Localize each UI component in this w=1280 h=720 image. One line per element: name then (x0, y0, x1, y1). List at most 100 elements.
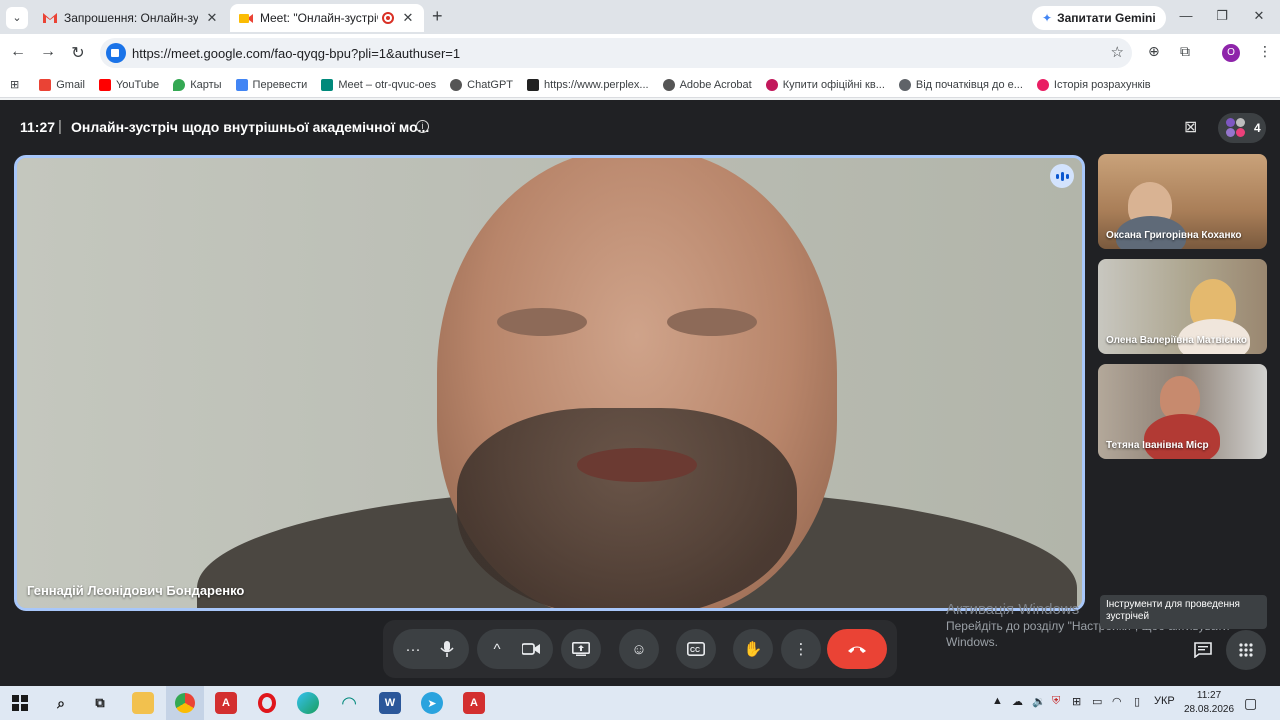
bookmark-label: Купити офіційні кв... (782, 78, 885, 91)
edge-beta-icon[interactable]: ◠ (338, 692, 360, 714)
bookmark-history[interactable]: Історія розрахунків (1036, 78, 1151, 91)
minimize-icon[interactable]: — (1176, 8, 1196, 23)
bookmark-label: ChatGPT (467, 78, 514, 91)
more-options-icon[interactable]: ⋮ (781, 629, 821, 669)
sound-icon[interactable]: 🔉 (1032, 695, 1046, 708)
bookmark-label: https://www.perplex... (544, 78, 649, 91)
back-arrow-icon[interactable]: ← (8, 43, 28, 61)
microphone-icon[interactable] (427, 629, 467, 669)
chatgpt-icon (450, 78, 463, 91)
speaker-mouth (577, 448, 697, 482)
participant-name: Оксана Григорівна Коханко (1106, 230, 1242, 241)
bookmark-label: Перевести (252, 78, 308, 91)
bookmark-youtube[interactable]: YouTube (98, 78, 160, 91)
bookmark-label: Adobe Acrobat (679, 78, 752, 91)
bookmarks-bar: ⊞ Gmail YouTube Карты Перевести Meet – o… (0, 72, 1280, 98)
translate-icon (235, 78, 248, 91)
bookmark-gmail[interactable]: Gmail (39, 78, 85, 91)
participant-count: 4 (1254, 121, 1261, 135)
reload-icon[interactable]: ↻ (68, 43, 88, 63)
bookmark-meet[interactable]: Meet – otr-qvuc-oes (321, 78, 436, 91)
emoji-reaction-icon[interactable]: ☺ (619, 629, 659, 669)
security-shield-icon[interactable]: ⛨ (1052, 695, 1060, 708)
present-screen-icon[interactable] (561, 629, 601, 669)
bookmark-star-icon[interactable]: ☆ (1111, 43, 1124, 61)
participant-tile[interactable]: Оксана Григорівна Коханко (1098, 154, 1267, 249)
language-indicator[interactable]: УКР (1154, 695, 1175, 707)
participants-button[interactable]: 4 (1218, 113, 1266, 143)
camera-icon[interactable] (511, 629, 551, 669)
action-center-icon[interactable]: ▢ (1244, 695, 1257, 712)
meeting-title: Онлайн-зустріч щодо внутрішньої академіч… (71, 119, 430, 135)
new-tab-icon[interactable]: + (432, 6, 443, 27)
gmail-icon (39, 78, 52, 91)
acrobat-icon[interactable]: A (215, 692, 237, 714)
file-explorer-icon[interactable] (132, 692, 154, 714)
url-text[interactable]: https://meet.google.com/fao-qyqg-bpu?pli… (132, 46, 460, 61)
hide-tiles-icon[interactable]: ⊠ (1184, 117, 1197, 137)
word-icon[interactable]: W (379, 692, 401, 714)
windows-start-icon[interactable] (9, 692, 31, 714)
ticket-icon (765, 78, 778, 91)
call-controls-bar: ··· ^ ☺ CC ✋ ⋮ (383, 620, 897, 678)
bookmark-perplexity[interactable]: https://www.perplex... (527, 78, 649, 91)
gmail-icon (43, 13, 57, 23)
tab-search-button[interactable]: ⌄ (6, 7, 28, 29)
battery-icon[interactable]: ▭ (1092, 695, 1102, 708)
meeting-tools-tooltip: Інструменти для проведення зустрічей (1100, 595, 1267, 629)
captions-icon[interactable]: CC (676, 629, 716, 669)
bookmark-chatgpt[interactable]: ChatGPT (450, 78, 514, 91)
participant-body (1144, 414, 1220, 459)
bookmark-label: YouTube (115, 78, 160, 91)
participant-tile[interactable]: Олена Валеріївна Матвієнко (1098, 259, 1267, 354)
network-icon[interactable]: ⊞ (1072, 695, 1081, 708)
leave-call-button[interactable] (827, 629, 887, 669)
gemini-sparkle-icon: ✦ (1042, 11, 1053, 25)
apps-grid-icon[interactable]: ⊞ (10, 78, 19, 91)
site-info-icon[interactable] (106, 43, 126, 63)
edge-icon[interactable] (297, 692, 319, 714)
tab-meet-active[interactable]: Meet: "Онлайн-зустріч щод ✕ (230, 4, 424, 32)
system-clock[interactable]: 11:27 28.08.2026 (1184, 689, 1234, 717)
tab-gmail-invitation[interactable]: Запрошення: Онлайн-зустріч щодо ✕ (34, 4, 228, 32)
raise-hand-icon[interactable]: ✋ (733, 629, 773, 669)
participant-name: Тетяна Іванівна Міср (1106, 440, 1209, 451)
maximize-icon[interactable]: ❐ (1212, 8, 1232, 24)
meet-icon (321, 78, 334, 91)
opera-icon[interactable] (256, 692, 278, 714)
close-window-icon[interactable]: ✕ (1249, 8, 1269, 24)
task-view-icon[interactable]: ⧉ (89, 692, 111, 714)
cloud-sync-icon[interactable]: ☁ (1012, 695, 1023, 708)
participant-name: Олена Валеріївна Матвієнко (1106, 335, 1247, 346)
bookmark-maps[interactable]: Карты (173, 78, 222, 91)
participant-avatars-icon (1226, 118, 1246, 138)
close-tab-icon[interactable]: ✕ (204, 10, 220, 26)
menu-kebab-icon[interactable]: ⋮ (1258, 43, 1272, 60)
forward-arrow-icon[interactable]: → (38, 43, 58, 61)
meeting-tools-grid-icon[interactable] (1226, 630, 1266, 670)
extension-g-icon[interactable]: ⊕ (1148, 43, 1160, 60)
chrome-taskbar-slot[interactable] (166, 686, 204, 720)
ask-gemini-button[interactable]: ✦ Запитати Gemini (1032, 6, 1166, 30)
notifications-volume-icon[interactable]: ▯ (1134, 695, 1140, 708)
extensions-puzzle-icon[interactable]: ⧉ (1180, 43, 1190, 60)
info-icon[interactable]: i (416, 120, 429, 133)
bookmark-translate[interactable]: Перевести (235, 78, 308, 91)
tab-title: Запрошення: Онлайн-зустріч щодо (64, 11, 198, 25)
chat-icon[interactable] (1183, 630, 1223, 670)
bookmark-acrobat[interactable]: Adobe Acrobat (662, 78, 752, 91)
profile-avatar[interactable]: O (1222, 44, 1240, 62)
google-drive-icon[interactable]: ▲ (992, 695, 1003, 707)
address-bar[interactable]: https://meet.google.com/fao-qyqg-bpu?pli… (100, 38, 1132, 68)
search-icon[interactable]: ⌕ (50, 692, 72, 714)
wifi-icon[interactable]: ◠ (1112, 695, 1122, 708)
telegram-icon[interactable]: ➤ (421, 692, 443, 714)
maps-icon (173, 78, 186, 91)
bookmark-tickets[interactable]: Купити офіційні кв... (765, 78, 885, 91)
meeting-clock: 11:27 (20, 119, 56, 135)
participant-tile[interactable]: Тетяна Іванівна Міср (1098, 364, 1267, 459)
bookmark-course[interactable]: Від початківця до е... (898, 78, 1023, 91)
acrobat-reader-icon[interactable]: A (463, 692, 485, 714)
main-video-tile[interactable]: Геннадій Леонідович Бондаренко (14, 155, 1085, 611)
close-tab-icon[interactable]: ✕ (400, 10, 416, 26)
